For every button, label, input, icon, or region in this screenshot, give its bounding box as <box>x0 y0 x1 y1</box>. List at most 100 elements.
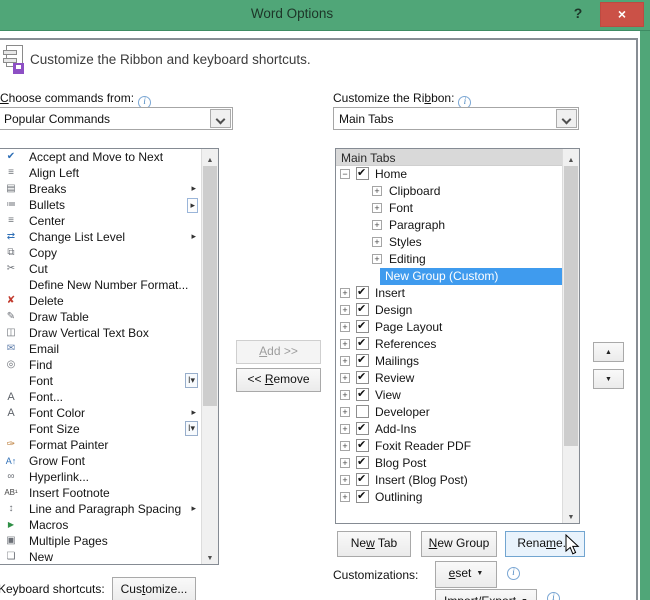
command-item[interactable]: ≔ Bullets ▸ <box>0 197 201 213</box>
ribbon-tree-item[interactable]: + ✔ Foxit Reader PDF <box>336 438 562 455</box>
keyboard-customize-button[interactable]: Customize... <box>112 577 196 600</box>
command-item[interactable]: ▤ Breaks ▸ <box>0 181 201 197</box>
tab-checkbox[interactable]: ✔ <box>356 456 369 469</box>
tab-checkbox[interactable]: ✔ <box>356 371 369 384</box>
help-icon[interactable]: ? <box>569 5 587 25</box>
ribbon-tree-item[interactable]: + ✔ Insert <box>336 285 562 302</box>
scroll-up-icon[interactable]: ▲ <box>563 149 579 166</box>
import-export-button[interactable]: Import/Export▼ <box>435 589 537 600</box>
tab-checkbox[interactable]: ✔ <box>356 422 369 435</box>
tab-checkbox[interactable]: ✔ <box>356 320 369 333</box>
move-up-button[interactable]: ▲ <box>593 342 624 362</box>
ribbon-tree-item[interactable]: + ✔ View <box>336 387 562 404</box>
expand-icon[interactable]: + <box>372 254 382 264</box>
ribbon-tree-item[interactable]: New Group (Custom) <box>336 268 562 285</box>
expand-icon[interactable]: + <box>340 339 350 349</box>
expand-icon[interactable]: + <box>340 458 350 468</box>
scroll-up-icon[interactable]: ▲ <box>202 149 218 166</box>
expand-icon[interactable]: + <box>372 237 382 247</box>
expand-icon[interactable]: + <box>340 424 350 434</box>
tab-checkbox[interactable]: ✔ <box>356 473 369 486</box>
command-item[interactable]: A Font Color ▸ <box>0 405 201 421</box>
command-item[interactable]: Font I▾ <box>0 373 201 389</box>
add-button[interactable]: Add >> <box>236 340 321 364</box>
scroll-down-icon[interactable]: ▼ <box>202 547 218 564</box>
tab-checkbox[interactable]: ✔ <box>356 439 369 452</box>
command-item[interactable]: ✂ Cut <box>0 261 201 277</box>
ribbon-tree-item[interactable]: + Styles <box>336 234 562 251</box>
ribbon-tree-item[interactable]: + Editing <box>336 251 562 268</box>
ribbon-tree-item[interactable]: + ✔ Add-Ins <box>336 421 562 438</box>
command-item[interactable]: ⇄ Change List Level ▸ <box>0 229 201 245</box>
scroll-down-icon[interactable]: ▼ <box>563 506 579 523</box>
expand-icon[interactable]: + <box>372 203 382 213</box>
move-down-button[interactable]: ▼ <box>593 369 624 389</box>
command-item[interactable]: ≡ Align Left <box>0 165 201 181</box>
ribbon-tree-item[interactable]: + ✔ Page Layout <box>336 319 562 336</box>
customize-ribbon-dropdown[interactable]: Main Tabs <box>333 107 579 130</box>
ribbon-tree-item[interactable]: + ✔ Insert (Blog Post) <box>336 472 562 489</box>
choose-commands-dropdown[interactable]: Popular Commands <box>0 107 233 130</box>
scrollbar-thumb[interactable] <box>564 166 578 446</box>
tab-checkbox[interactable] <box>356 405 369 418</box>
tab-checkbox[interactable]: ✔ <box>356 286 369 299</box>
expand-icon[interactable]: + <box>372 186 382 196</box>
ribbon-tree-item[interactable]: + Paragraph <box>336 217 562 234</box>
expand-icon[interactable]: + <box>340 492 350 502</box>
reset-button[interactable]: eset ▼ <box>435 561 497 588</box>
tree-scrollbar[interactable]: ▲ ▼ <box>562 149 579 523</box>
expand-icon[interactable]: + <box>340 390 350 400</box>
command-list-scrollbar[interactable]: ▲ ▼ <box>201 149 218 564</box>
ribbon-tree-item[interactable]: + ✔ Design <box>336 302 562 319</box>
command-item[interactable]: ✎ Draw Table <box>0 309 201 325</box>
ribbon-tree-item[interactable]: + ✔ Blog Post <box>336 455 562 472</box>
new-group-button[interactable]: New Group <box>421 531 497 557</box>
close-button[interactable]: × <box>600 2 644 27</box>
expand-icon[interactable]: + <box>340 356 350 366</box>
ribbon-tree-item[interactable]: + ✔ Mailings <box>336 353 562 370</box>
tab-checkbox[interactable]: ✔ <box>356 167 369 180</box>
command-item[interactable]: ❏ New <box>0 549 201 564</box>
command-item[interactable]: ▣ Multiple Pages <box>0 533 201 549</box>
collapse-icon[interactable]: − <box>340 169 350 179</box>
tab-checkbox[interactable]: ✔ <box>356 337 369 350</box>
command-item[interactable]: ✔ Accept and Move to Next <box>0 149 201 165</box>
new-tab-button[interactable]: New Tab <box>337 531 411 557</box>
ribbon-tree-item[interactable]: + Font <box>336 200 562 217</box>
command-item[interactable]: ✘ Delete <box>0 293 201 309</box>
command-item[interactable]: ◎ Find <box>0 357 201 373</box>
ribbon-tree-item[interactable]: + ✔ Review <box>336 370 562 387</box>
command-item[interactable]: ✑ Format Painter <box>0 437 201 453</box>
command-item[interactable]: ≡ Center <box>0 213 201 229</box>
command-item[interactable]: Font Size I▾ <box>0 421 201 437</box>
command-item[interactable]: AB¹ Insert Footnote <box>0 485 201 501</box>
command-item[interactable]: Define New Number Format... <box>0 277 201 293</box>
expand-icon[interactable]: + <box>340 288 350 298</box>
ribbon-tree-item[interactable]: + Developer <box>336 404 562 421</box>
command-item[interactable]: ⧉ Copy <box>0 245 201 261</box>
ribbon-tree-item[interactable]: − ✔ Home <box>336 166 562 183</box>
expand-icon[interactable]: + <box>340 305 350 315</box>
expand-icon[interactable]: + <box>340 441 350 451</box>
scrollbar-thumb[interactable] <box>203 166 217 406</box>
ribbon-tree-item[interactable]: + ✔ Outlining <box>336 489 562 506</box>
command-item[interactable]: ✉ Email <box>0 341 201 357</box>
expand-icon[interactable]: + <box>372 220 382 230</box>
tab-checkbox[interactable]: ✔ <box>356 303 369 316</box>
expand-icon[interactable]: + <box>340 475 350 485</box>
command-item[interactable]: A↑ Grow Font <box>0 453 201 469</box>
command-item[interactable]: ↕ Line and Paragraph Spacing ▸ <box>0 501 201 517</box>
tab-checkbox[interactable]: ✔ <box>356 490 369 503</box>
expand-icon[interactable]: + <box>340 407 350 417</box>
info-icon[interactable]: i <box>507 567 520 580</box>
expand-icon[interactable]: + <box>340 373 350 383</box>
remove-button[interactable]: << Remove <box>236 368 321 392</box>
command-item[interactable]: ∞ Hyperlink... <box>0 469 201 485</box>
expand-icon[interactable]: + <box>340 322 350 332</box>
tab-checkbox[interactable]: ✔ <box>356 354 369 367</box>
ribbon-tree-item[interactable]: + Clipboard <box>336 183 562 200</box>
ribbon-tree-item[interactable]: + ✔ References <box>336 336 562 353</box>
info-icon[interactable]: i <box>547 592 560 600</box>
tab-checkbox[interactable]: ✔ <box>356 388 369 401</box>
command-item[interactable]: ▶ Macros <box>0 517 201 533</box>
